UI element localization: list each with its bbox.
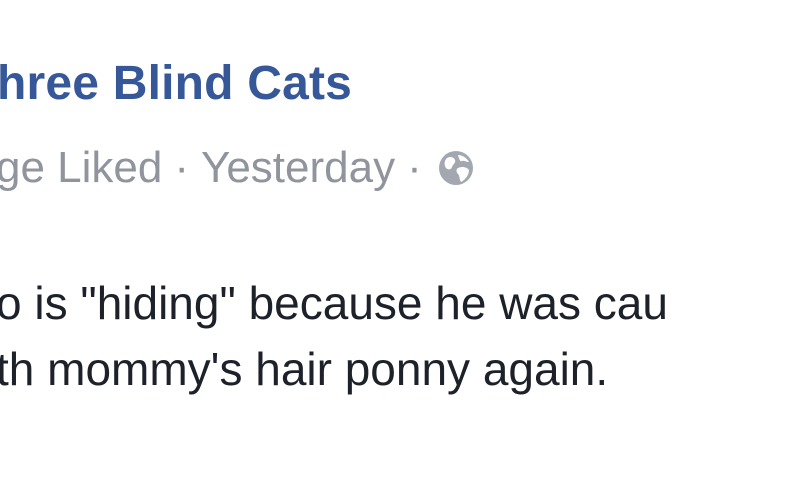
meta-separator: · <box>407 143 422 192</box>
feed-post: hree Blind Cats ge Liked · Yesterday · o… <box>0 0 800 503</box>
post-message-line: th mommy's hair ponny again. <box>0 343 609 395</box>
page-name-link[interactable]: hree Blind Cats <box>0 56 352 111</box>
post-message-line: o is "hiding" because he was cau <box>0 277 668 329</box>
post-meta: ge Liked · Yesterday · <box>0 140 476 196</box>
post-message: o is "hiding" because he was cau th momm… <box>0 270 668 402</box>
meta-separator: · <box>174 143 190 192</box>
page-liked-status: ge Liked <box>0 143 163 192</box>
globe-icon[interactable] <box>436 148 476 188</box>
post-timestamp-link[interactable]: Yesterday <box>201 143 395 193</box>
